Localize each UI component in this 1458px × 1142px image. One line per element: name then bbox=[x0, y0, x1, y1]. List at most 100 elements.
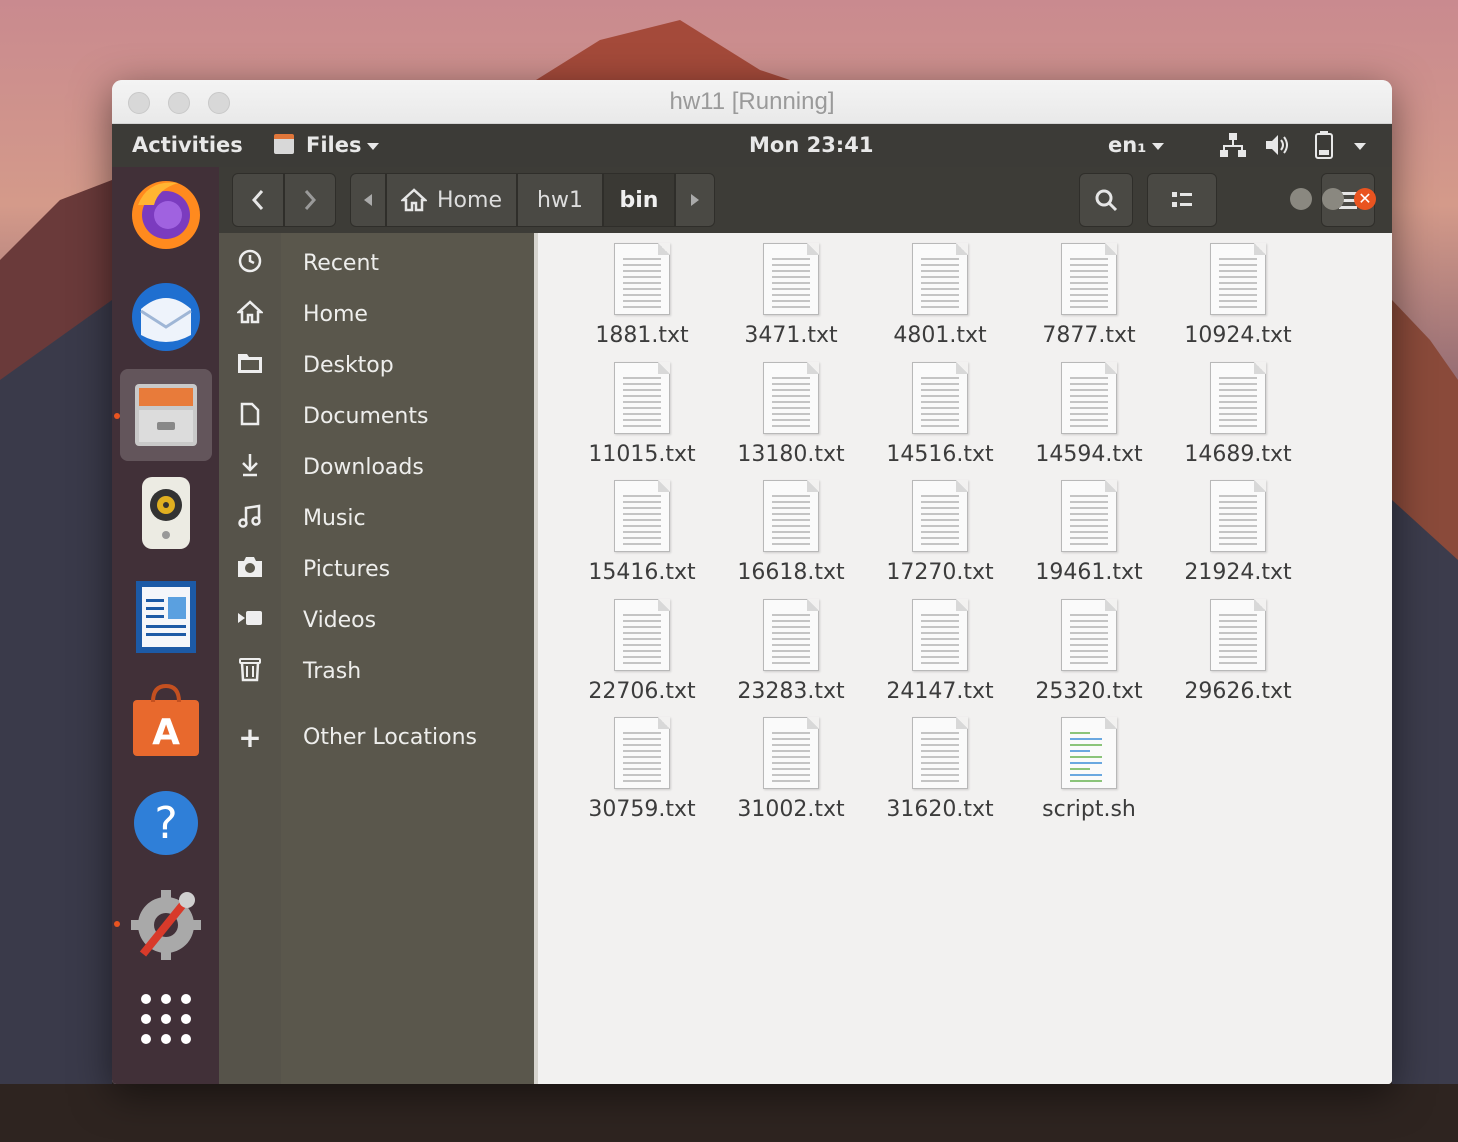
sidebar-item-videos[interactable]: Videos bbox=[219, 598, 534, 642]
text-file-icon bbox=[1061, 480, 1117, 552]
sidebar-item-pictures[interactable]: Pictures bbox=[219, 547, 534, 591]
host-titlebar: hw11 [Running] bbox=[112, 80, 1392, 124]
sidebar-item-documents[interactable]: Documents bbox=[219, 394, 534, 438]
file-name: 30759.txt bbox=[588, 797, 696, 822]
video-icon bbox=[219, 608, 281, 632]
dock-rhythmbox[interactable] bbox=[120, 467, 212, 559]
chevron-down-icon bbox=[1152, 142, 1165, 150]
file-item[interactable]: 14594.txt bbox=[1015, 352, 1163, 468]
breadcrumb-label: bin bbox=[619, 187, 659, 213]
search-button[interactable] bbox=[1079, 173, 1133, 227]
file-item[interactable]: script.sh bbox=[1015, 707, 1163, 823]
sidebar-item-label: Videos bbox=[303, 607, 377, 633]
dock-ubuntu-software[interactable]: A bbox=[120, 675, 212, 767]
ubuntu-top-bar: Activities Files Mon 23:41 en₁ bbox=[112, 124, 1392, 167]
file-item[interactable]: 7877.txt bbox=[1015, 233, 1163, 349]
text-file-icon bbox=[912, 598, 968, 671]
breadcrumb-bin[interactable]: bin bbox=[603, 173, 675, 227]
activities-button[interactable]: Activities bbox=[132, 133, 243, 157]
file-name: 14516.txt bbox=[886, 441, 994, 467]
dock-firefox[interactable] bbox=[120, 167, 212, 259]
minimize-button[interactable] bbox=[1290, 188, 1312, 210]
sidebar-item-music[interactable]: Music bbox=[219, 496, 534, 540]
file-item[interactable]: 31002.txt bbox=[717, 707, 865, 823]
dock-settings[interactable] bbox=[120, 879, 212, 971]
dock-files[interactable] bbox=[120, 369, 212, 461]
file-name: 23283.txt bbox=[737, 678, 845, 704]
file-item[interactable]: 15416.txt bbox=[568, 470, 716, 586]
file-item[interactable]: 13180.txt bbox=[717, 352, 865, 468]
sidebar-item-trash[interactable]: Trash bbox=[219, 649, 534, 693]
forward-button[interactable] bbox=[284, 173, 336, 227]
file-item[interactable]: 16618.txt bbox=[717, 470, 865, 586]
file-name: 15416.txt bbox=[588, 560, 696, 585]
close-icon: ✕ bbox=[1358, 189, 1372, 208]
file-item[interactable]: 21924.txt bbox=[1164, 470, 1312, 586]
dock-libreoffice-writer[interactable] bbox=[120, 571, 212, 663]
view-mode-button[interactable] bbox=[1147, 173, 1217, 227]
file-item[interactable]: 1881.txt bbox=[568, 233, 716, 349]
text-file-icon bbox=[763, 717, 819, 789]
file-item[interactable]: 22706.txt bbox=[568, 589, 716, 705]
app-grid-icon bbox=[141, 994, 191, 1044]
sidebar-item-label: Home bbox=[303, 301, 368, 327]
text-file-icon bbox=[912, 480, 968, 552]
dock-thunderbird[interactable] bbox=[120, 271, 212, 363]
file-item[interactable]: 14689.txt bbox=[1164, 352, 1312, 468]
dock-help[interactable]: ? bbox=[120, 777, 212, 869]
file-name: script.sh bbox=[1042, 797, 1136, 822]
home-icon bbox=[401, 188, 428, 212]
help-icon: ? bbox=[134, 791, 198, 855]
sidebar-item-home[interactable]: Home bbox=[219, 292, 534, 336]
svg-text:?: ? bbox=[154, 798, 177, 849]
back-button[interactable] bbox=[232, 173, 284, 227]
file-item[interactable]: 4801.txt bbox=[866, 233, 1014, 349]
sidebar-item-label: Music bbox=[303, 505, 366, 531]
input-method-label: en₁ bbox=[1108, 133, 1147, 157]
file-name: 24147.txt bbox=[886, 678, 994, 704]
virtualbox-window: hw11 [Running] Activities Files Mon 23:4… bbox=[112, 80, 1392, 1084]
file-item[interactable]: 29626.txt bbox=[1164, 589, 1312, 705]
breadcrumb-label: hw1 bbox=[537, 187, 583, 213]
app-menu-button[interactable]: Files bbox=[274, 133, 380, 157]
maximize-button[interactable] bbox=[1322, 188, 1344, 210]
sidebar-item-label: Desktop bbox=[303, 352, 394, 378]
sidebar-item-recent[interactable]: Recent bbox=[219, 241, 534, 285]
close-button[interactable]: ✕ bbox=[1354, 188, 1376, 210]
breadcrumb-scroll-right[interactable] bbox=[675, 173, 715, 227]
breadcrumb-home[interactable]: Home bbox=[386, 173, 517, 227]
file-item[interactable]: 3471.txt bbox=[717, 233, 865, 349]
file-item[interactable]: 25320.txt bbox=[1015, 589, 1163, 705]
dock-show-applications[interactable] bbox=[120, 973, 212, 1065]
network-icon[interactable] bbox=[1220, 132, 1246, 163]
file-item[interactable]: 17270.txt bbox=[866, 470, 1014, 586]
system-menu-button[interactable] bbox=[1348, 133, 1366, 157]
text-file-icon bbox=[1061, 598, 1117, 671]
file-item[interactable]: 19461.txt bbox=[1015, 470, 1163, 586]
breadcrumb-scroll-left[interactable] bbox=[350, 173, 386, 227]
file-name: 19461.txt bbox=[1035, 560, 1143, 585]
clock[interactable]: Mon 23:41 bbox=[749, 133, 873, 157]
breadcrumb-hw1[interactable]: hw1 bbox=[517, 173, 603, 227]
text-file-icon bbox=[763, 361, 819, 434]
trash-icon bbox=[219, 656, 281, 687]
sidebar-item-other-locations[interactable]: + Other Locations bbox=[219, 715, 534, 759]
volume-icon[interactable] bbox=[1264, 132, 1292, 163]
caret-left-icon bbox=[364, 194, 372, 206]
file-view[interactable]: 1881.txt 3471.txt 4801.txt 7877.txt 10924.tx… bbox=[534, 233, 1392, 1084]
window-controls: ✕ bbox=[1290, 188, 1390, 214]
sidebar-item-downloads[interactable]: Downloads bbox=[219, 445, 534, 489]
file-item[interactable]: 11015.txt bbox=[568, 352, 716, 468]
text-file-icon bbox=[912, 243, 968, 315]
file-item[interactable]: 24147.txt bbox=[866, 589, 1014, 705]
file-item[interactable]: 30759.txt bbox=[568, 707, 716, 823]
file-item[interactable]: 23283.txt bbox=[717, 589, 865, 705]
input-method-menu[interactable]: en₁ bbox=[1108, 133, 1165, 157]
file-item[interactable]: 31620.txt bbox=[866, 707, 1014, 823]
file-item[interactable]: 14516.txt bbox=[866, 352, 1014, 468]
file-name: 14594.txt bbox=[1035, 441, 1143, 467]
sidebar-item-desktop[interactable]: Desktop bbox=[219, 343, 534, 387]
text-file-icon bbox=[1061, 361, 1117, 434]
file-item[interactable]: 10924.txt bbox=[1164, 233, 1312, 349]
battery-icon[interactable] bbox=[1314, 131, 1334, 164]
